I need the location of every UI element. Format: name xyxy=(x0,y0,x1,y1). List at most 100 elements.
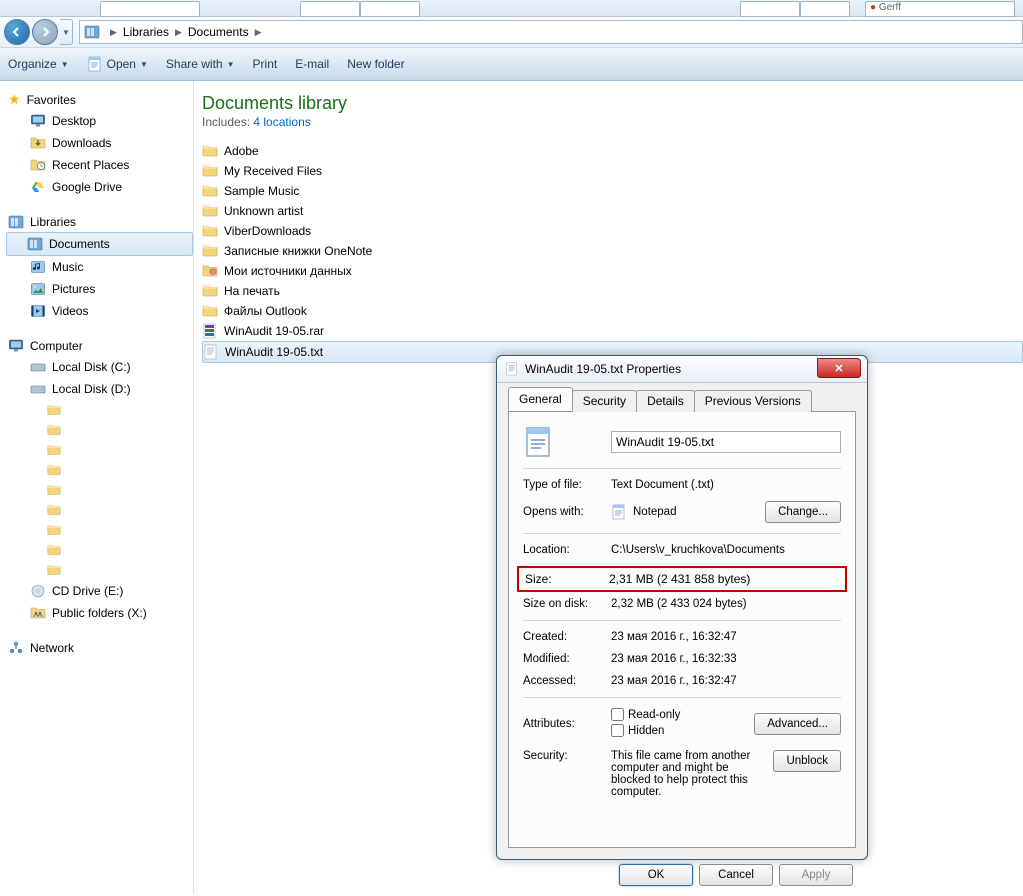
file-name: WinAudit 19-05.rar xyxy=(224,324,324,338)
nav-forward-button[interactable] xyxy=(32,19,58,45)
sidebar-item-videos[interactable]: Videos xyxy=(8,300,193,322)
hidden-checkbox[interactable]: Hidden xyxy=(611,724,664,737)
file-item[interactable]: На печать xyxy=(202,281,1023,301)
sidebar-item-recent[interactable]: Recent Places xyxy=(8,154,193,176)
location-value: C:\Users\v_kruchkova\Documents xyxy=(611,544,841,556)
file-item[interactable]: My Received Files xyxy=(202,161,1023,181)
tab-security[interactable]: Security xyxy=(572,390,637,412)
music-icon xyxy=(30,259,46,275)
share-menu[interactable]: Share with▼ xyxy=(166,57,235,71)
file-item[interactable]: ViberDownloads xyxy=(202,221,1023,241)
readonly-checkbox[interactable]: Read-only xyxy=(611,708,680,721)
sidebar-item-disk-c[interactable]: Local Disk (C:) xyxy=(8,356,193,378)
size-value: 2,31 MB (2 431 858 bytes) xyxy=(609,572,843,586)
tab-details[interactable]: Details xyxy=(636,390,695,412)
favorites-group[interactable]: ★Favorites xyxy=(8,89,193,110)
sidebar-item-pictures[interactable]: Pictures xyxy=(8,278,193,300)
advanced-button[interactable]: Advanced... xyxy=(754,713,841,735)
file-name: ViberDownloads xyxy=(224,224,311,238)
file-item[interactable]: WinAudit 19-05.rar xyxy=(202,321,1023,341)
file-item[interactable]: Файлы Outlook xyxy=(202,301,1023,321)
tree-subfolder[interactable] xyxy=(8,400,193,420)
taskbar-tab[interactable]: Gerff xyxy=(879,2,901,13)
modified-label: Modified: xyxy=(523,653,611,665)
file-item[interactable]: Мои источники данных xyxy=(202,261,1023,281)
sidebar-item-desktop[interactable]: Desktop xyxy=(8,110,193,132)
filename-input[interactable] xyxy=(611,431,841,453)
library-title: Documents library xyxy=(202,93,1023,114)
folder-icon xyxy=(202,203,218,219)
nav-history-dropdown[interactable]: ▼ xyxy=(60,19,73,45)
accessed-label: Accessed: xyxy=(523,675,611,687)
tree-subfolder[interactable] xyxy=(8,560,193,580)
computer-icon xyxy=(8,338,24,354)
dialog-close-button[interactable]: ✕ xyxy=(817,358,861,378)
cd-icon xyxy=(30,583,46,599)
open-menu[interactable]: Open▼ xyxy=(87,56,148,72)
folder-icon xyxy=(46,503,62,517)
file-item[interactable]: Unknown artist xyxy=(202,201,1023,221)
breadcrumb[interactable]: ▶ Libraries ▶ Documents ▶ xyxy=(79,20,1023,44)
libraries-group[interactable]: Libraries xyxy=(8,212,193,232)
pictures-icon xyxy=(30,281,46,297)
tree-subfolder[interactable] xyxy=(8,520,193,540)
folder-icon xyxy=(202,183,218,199)
sizeondisk-label: Size on disk: xyxy=(523,598,611,610)
ok-button[interactable]: OK xyxy=(619,864,693,886)
dialog-titlebar[interactable]: WinAudit 19-05.txt Properties ✕ xyxy=(497,356,867,383)
crumb-libraries[interactable]: Libraries xyxy=(123,25,169,39)
cancel-button[interactable]: Cancel xyxy=(699,864,773,886)
created-value: 23 мая 2016 г., 16:32:47 xyxy=(611,631,841,643)
tree-subfolder[interactable] xyxy=(8,500,193,520)
print-button[interactable]: Print xyxy=(253,57,278,71)
dialog-title-text: WinAudit 19-05.txt Properties xyxy=(525,362,681,376)
sidebar-item-downloads[interactable]: Downloads xyxy=(8,132,193,154)
file-item[interactable]: Записные книжки OneNote xyxy=(202,241,1023,261)
file-item[interactable]: Sample Music xyxy=(202,181,1023,201)
sizeondisk-value: 2,32 MB (2 433 024 bytes) xyxy=(611,598,841,610)
sidebar-item-documents[interactable]: Documents xyxy=(6,232,193,256)
documents-icon xyxy=(27,236,43,252)
email-button[interactable]: E-mail xyxy=(295,57,329,71)
folder-db-icon xyxy=(202,263,218,279)
folder-icon xyxy=(46,543,62,557)
locations-link[interactable]: 4 locations xyxy=(253,115,310,129)
folder-icon xyxy=(202,143,218,159)
file-name: Adobe xyxy=(224,144,259,158)
apply-button[interactable]: Apply xyxy=(779,864,853,886)
file-item[interactable]: Adobe xyxy=(202,141,1023,161)
sidebar-item-gdrive[interactable]: Google Drive xyxy=(8,176,193,198)
libraries-icon xyxy=(8,214,24,230)
unblock-button[interactable]: Unblock xyxy=(773,750,841,772)
network-icon xyxy=(8,640,24,656)
sidebar-item-music[interactable]: Music xyxy=(8,256,193,278)
opens-label: Opens with: xyxy=(523,506,611,518)
tree-subfolder[interactable] xyxy=(8,440,193,460)
sidebar-item-cd[interactable]: CD Drive (E:) xyxy=(8,580,193,602)
newfolder-button[interactable]: New folder xyxy=(347,57,404,71)
sidebar-item-disk-d[interactable]: Local Disk (D:) xyxy=(8,378,193,400)
tree-subfolder[interactable] xyxy=(8,420,193,440)
size-label: Size: xyxy=(521,572,609,586)
computer-group[interactable]: Computer xyxy=(8,336,193,356)
disk-icon xyxy=(30,359,46,375)
modified-value: 23 мая 2016 г., 16:32:33 xyxy=(611,653,841,665)
sidebar-item-public[interactable]: Public folders (X:) xyxy=(8,602,193,624)
file-name: Записные книжки OneNote xyxy=(224,244,372,258)
change-button[interactable]: Change... xyxy=(765,501,841,523)
tab-general[interactable]: General xyxy=(508,387,573,411)
tree-subfolder[interactable] xyxy=(8,480,193,500)
file-type-icon xyxy=(523,426,555,458)
tab-previous[interactable]: Previous Versions xyxy=(694,390,812,412)
rar-icon xyxy=(202,323,218,339)
folder-icon xyxy=(46,403,62,417)
tree-subfolder[interactable] xyxy=(8,540,193,560)
file-name: My Received Files xyxy=(224,164,322,178)
nav-back-button[interactable] xyxy=(4,19,30,45)
crumb-documents[interactable]: Documents xyxy=(188,25,249,39)
network-group[interactable]: Network xyxy=(8,638,193,658)
organize-menu[interactable]: Organize▼ xyxy=(8,57,69,71)
libraries-icon xyxy=(84,24,100,40)
tree-subfolder[interactable] xyxy=(8,460,193,480)
folder-icon xyxy=(202,223,218,239)
